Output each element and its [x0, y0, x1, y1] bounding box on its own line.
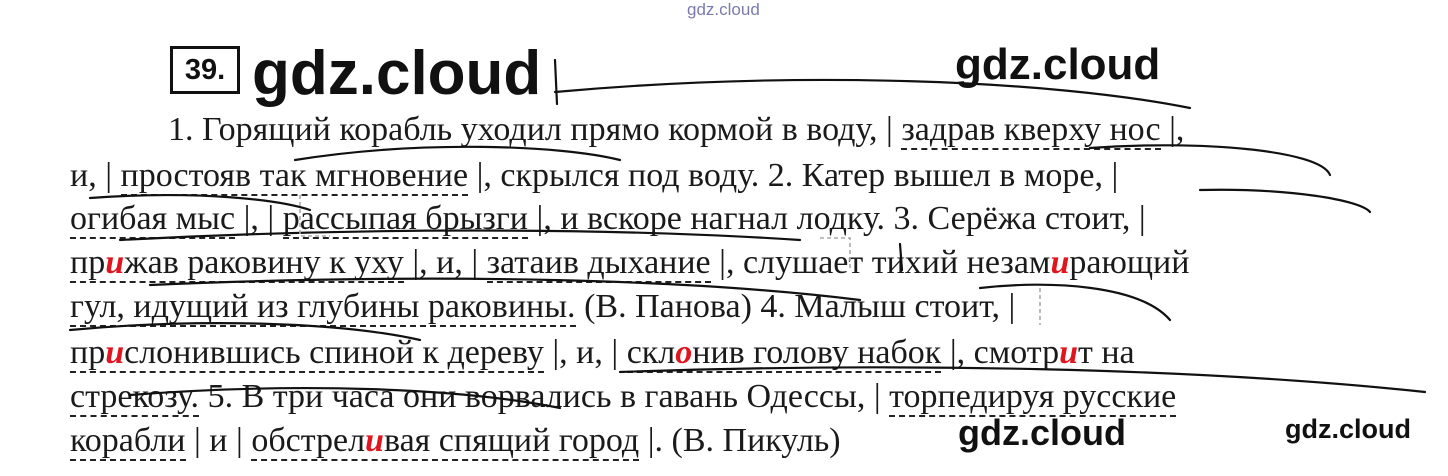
- stroke-arc-right2: [1198, 188, 1372, 214]
- plain-text: |. (В. Пикуль): [639, 422, 841, 459]
- text-fragment: вая спящий город: [383, 422, 640, 459]
- watermark-bottom-center: gdz.cloud: [958, 412, 1126, 453]
- text-fragment: пр: [70, 334, 106, 371]
- plain-text: |, |: [235, 200, 283, 237]
- underlined-phrase: огибая мыс: [70, 200, 236, 239]
- text-line-3: огибая мыс |, | рассыпая брызги |, и вск…: [70, 200, 1146, 239]
- highlighted-letter: и: [365, 422, 384, 459]
- watermark-bottom-right: gdz.cloud: [1285, 414, 1411, 444]
- text-fragment: скл: [626, 334, 676, 371]
- text-fragment: нив голову набок: [692, 334, 942, 371]
- text-fragment: обстрел: [251, 422, 366, 459]
- plain-text: (В. Панова) 4. Малыш стоит, |: [575, 288, 1016, 325]
- plain-text: рающий: [1069, 244, 1190, 281]
- underlined-phrase: прижав раковину к уху: [70, 244, 404, 283]
- plain-text: |, скрылся под воду. 2. Катер вышел в мо…: [468, 157, 1119, 194]
- underlined-phrase: склонив голову набок: [626, 334, 942, 373]
- text-fragment: пр: [70, 244, 106, 281]
- plain-text: |, и, |: [543, 334, 627, 371]
- text-fragment: слонившись спиной к дереву: [124, 334, 544, 371]
- text-fragment: жав раковину к уху: [124, 244, 404, 281]
- highlighted-letter: и: [105, 334, 125, 371]
- plain-text: |, и вскоре нагнал лодку. 3. Серёжа стои…: [528, 200, 1146, 237]
- watermark-large: gdz.cloud: [252, 39, 542, 108]
- underlined-phrase: корабли: [70, 422, 186, 461]
- plain-text: |,: [1160, 111, 1185, 148]
- stroke-vertical-left: [553, 58, 559, 106]
- plain-text: 1. Горящий корабль уходил прямо кормой в…: [168, 111, 902, 148]
- plain-text: |, смотр: [941, 334, 1060, 371]
- exercise-number-badge: 39.: [170, 46, 240, 94]
- underlined-phrase: затаив дыхание: [486, 244, 711, 283]
- highlighted-letter: и: [1059, 334, 1078, 371]
- highlighted-letter: и: [1050, 244, 1070, 281]
- underlined-phrase: простояв так мгновение: [120, 157, 469, 196]
- plain-text: | и |: [185, 422, 252, 459]
- plain-text: т на: [1078, 334, 1135, 371]
- plain-text: 5. В три часа они ворвались в гавань Оде…: [199, 378, 890, 415]
- text-line-8: корабли | и | обстреливая спящий город |…: [70, 422, 841, 461]
- underlined-phrase: обстреливая спящий город: [251, 422, 640, 461]
- plain-text: |, слушает тихий незам: [710, 244, 1051, 281]
- text-line-2: и, | простояв так мгновение |, скрылся п…: [70, 157, 1119, 196]
- highlighted-letter: о: [675, 334, 693, 371]
- text-line-4: прижав раковину к уху |, и, | затаив дых…: [70, 244, 1190, 283]
- text-line-1: 1. Горящий корабль уходил прямо кормой в…: [168, 111, 1185, 150]
- underlined-phrase: гул, идущий из глубины раковины.: [70, 288, 576, 327]
- underlined-phrase: рассыпая брызги: [282, 200, 529, 239]
- text-line-7: стрекозу. 5. В три часа они ворвались в …: [70, 378, 1177, 417]
- watermark-right: gdz.cloud: [955, 40, 1161, 89]
- highlighted-letter: и: [105, 244, 125, 281]
- underlined-phrase: задрав кверху нос: [901, 111, 1161, 150]
- text-line-5: гул, идущий из глубины раковины. (В. Пан…: [70, 288, 1016, 327]
- watermark-top: gdz.cloud: [687, 0, 760, 19]
- text-line-6: прислонившись спиной к дереву |, и, | ск…: [70, 334, 1135, 373]
- underlined-phrase: стрекозу.: [70, 378, 200, 417]
- plain-text: |, и, |: [403, 244, 487, 281]
- plain-text: и, |: [70, 157, 121, 194]
- underlined-phrase: прислонившись спиной к дереву: [70, 334, 544, 373]
